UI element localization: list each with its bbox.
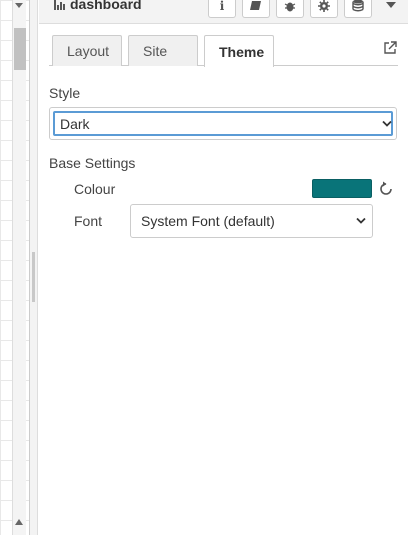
font-label: Font <box>74 213 103 229</box>
chevron-down-icon <box>356 217 366 224</box>
colour-swatch[interactable] <box>312 179 372 198</box>
info-icon: i <box>219 0 225 13</box>
sidebar-title: dashboard <box>54 0 142 12</box>
tab-label: Site <box>143 43 168 59</box>
tab-label: Theme <box>219 43 265 60</box>
font-select-value: System Font (default) <box>141 213 275 229</box>
info-button[interactable]: i <box>208 0 236 18</box>
tab-bar: Layout Site Theme <box>49 34 398 67</box>
reset-icon[interactable] <box>378 181 394 197</box>
context-button[interactable] <box>344 0 372 18</box>
bug-icon <box>284 2 296 11</box>
colour-label: Colour <box>74 181 116 197</box>
bar-chart-icon <box>54 0 67 10</box>
font-select[interactable]: System Font (default) <box>130 204 373 238</box>
scroll-up-icon[interactable] <box>15 3 23 8</box>
style-select[interactable]: Dark <box>49 107 397 140</box>
help-button[interactable] <box>242 0 270 18</box>
chevron-down-icon[interactable] <box>386 2 396 8</box>
scroll-down-icon[interactable] <box>15 519 23 525</box>
database-icon <box>352 0 364 12</box>
base-settings-heading: Base Settings <box>49 155 136 171</box>
divider-grip[interactable] <box>32 252 35 302</box>
book-icon <box>250 1 261 10</box>
gear-icon <box>318 0 330 12</box>
workspace-scrollbar[interactable] <box>12 0 26 535</box>
chevron-down-icon <box>382 120 392 127</box>
tab-theme[interactable]: Theme <box>204 35 274 67</box>
debug-button[interactable] <box>276 0 304 18</box>
tab-label: Layout <box>67 43 110 59</box>
settings-button[interactable] <box>310 0 338 18</box>
style-select-value: Dark <box>60 115 90 132</box>
sidebar-title-text: dashboard <box>70 0 142 12</box>
tab-site[interactable]: Site <box>128 35 198 66</box>
external-link-icon[interactable] <box>382 40 398 56</box>
style-label: Style <box>49 85 81 101</box>
style-select-focus: Dark <box>53 111 393 136</box>
tab-layout[interactable]: Layout <box>52 35 122 66</box>
scrollbar-thumb[interactable] <box>14 28 26 70</box>
sidebar-header: dashboard i <box>39 0 408 24</box>
